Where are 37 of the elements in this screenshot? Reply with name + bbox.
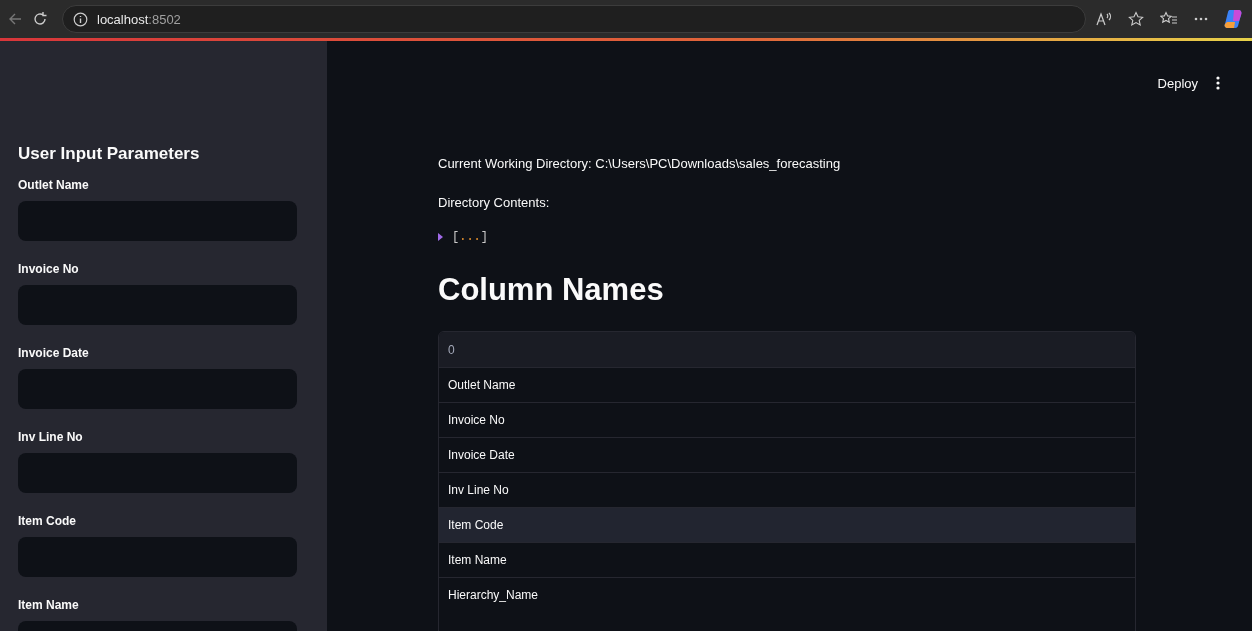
back-icon[interactable] — [8, 12, 22, 26]
section-heading: Column Names — [438, 272, 664, 308]
field-label: Item Code — [18, 514, 76, 528]
input-field[interactable] — [18, 201, 297, 241]
table-cell-text: Item Code — [447, 518, 505, 532]
favorite-star-icon[interactable] — [1128, 11, 1144, 27]
table-cell-text: Inv Line No — [447, 483, 510, 497]
address-text[interactable]: localhost:8502 — [97, 11, 181, 27]
field-label: Invoice No — [18, 262, 79, 276]
table-cell-text: Outlet Name — [447, 378, 517, 392]
table-cell-text: Invoice No — [447, 413, 506, 427]
info-icon[interactable] — [73, 11, 88, 27]
table-cell-text: Hierarchy_Name — [447, 588, 540, 602]
directory-text: Current Working Directory: C:\Users\PC\Downloads\sales_forecasting — [438, 156, 841, 171]
field-label: Item Name — [18, 598, 79, 612]
collapsed-list-value[interactable]: [...] — [452, 230, 488, 244]
table-cell-text: Item Name — [447, 553, 508, 567]
sidebar-title: User Input Parameters — [18, 144, 201, 164]
menu-icon[interactable] — [1216, 76, 1220, 90]
column-header: 0 — [447, 342, 456, 357]
expand-caret-icon[interactable] — [438, 233, 443, 241]
input-field[interactable] — [18, 453, 297, 493]
more-icon[interactable] — [1194, 17, 1208, 21]
contents-label: Directory Contents: — [438, 195, 550, 210]
favorites-list-icon[interactable] — [1160, 11, 1178, 27]
field-label: Outlet Name — [18, 178, 89, 192]
reload-icon[interactable] — [32, 11, 48, 27]
deploy-button[interactable]: Deploy — [1157, 75, 1198, 91]
field-label: Invoice Date — [18, 346, 89, 360]
address-bar[interactable]: localhost:8502 — [62, 5, 1086, 33]
input-field[interactable] — [18, 285, 297, 325]
table-cell-text: Invoice Date — [447, 448, 516, 462]
copilot-icon[interactable] — [1224, 9, 1244, 29]
read-aloud-icon[interactable] — [1096, 12, 1112, 26]
field-label: Inv Line No — [18, 430, 83, 444]
input-field[interactable] — [18, 369, 297, 409]
input-field[interactable] — [18, 537, 297, 577]
